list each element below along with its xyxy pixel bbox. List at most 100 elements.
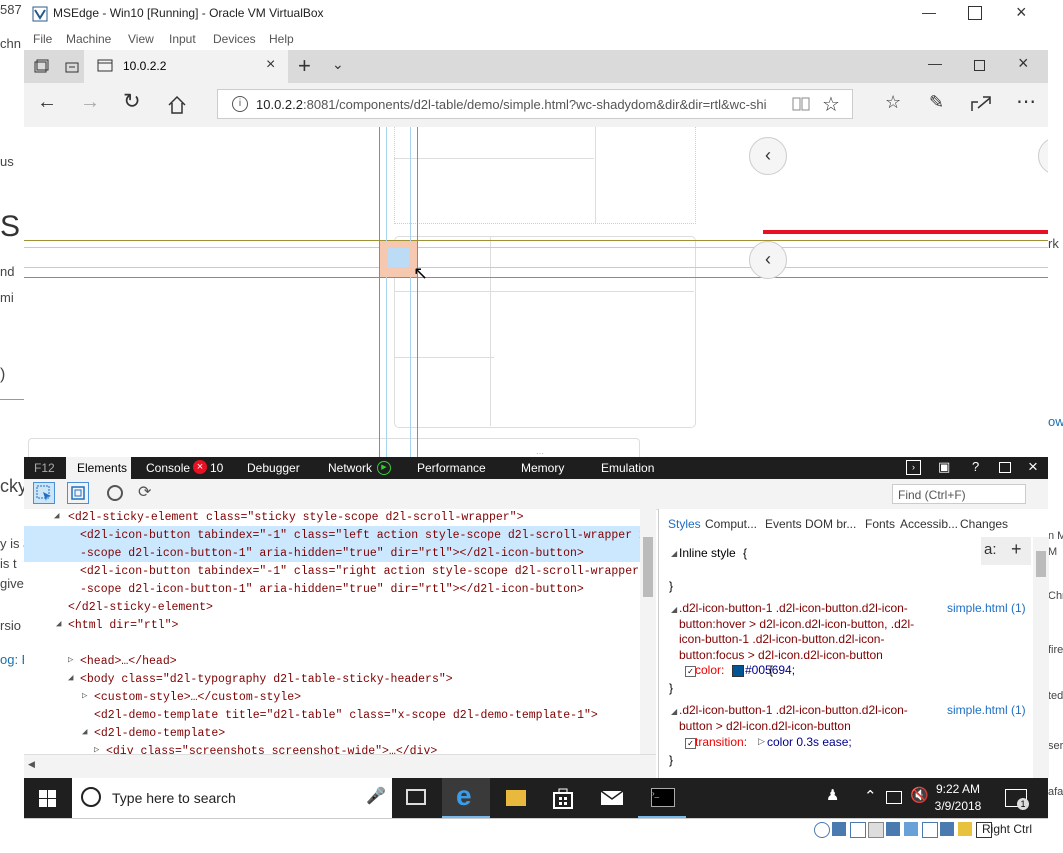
tabs-aside-icon[interactable] — [64, 59, 80, 75]
dom-node[interactable]: <d2l-icon-button tabindex="-1" class="ri… — [80, 565, 653, 578]
network-status-icon[interactable] — [868, 822, 884, 838]
rule1-source-link[interactable]: simple.html (1) — [947, 601, 1026, 615]
windows-start-icon[interactable] — [39, 790, 56, 807]
menu-machine[interactable]: Machine — [66, 32, 111, 46]
store-icon[interactable] — [553, 787, 573, 809]
scroll-left-button-sticky[interactable]: ‹ — [749, 241, 787, 279]
collapsed-triangle-icon[interactable]: ▷ — [68, 655, 73, 665]
tab-preview-chevron-icon[interactable]: ⌄ — [332, 56, 344, 73]
clock-date[interactable]: 3/9/2018 — [928, 799, 988, 813]
expand-triangle-icon[interactable]: ◢ — [68, 673, 73, 683]
tab-active[interactable]: 10.0.2.2 × — [84, 50, 288, 83]
task-view-icon[interactable] — [406, 789, 426, 805]
tab-events[interactable]: Events — [765, 517, 802, 531]
more-actions-icon[interactable]: ⋯ — [1016, 89, 1036, 114]
dom-vertical-scrollbar[interactable] — [640, 509, 656, 754]
dom-node-cont[interactable]: -scope d2l-icon-button-1" aria-hidden="t… — [80, 583, 584, 596]
tab-styles[interactable]: Styles — [668, 517, 701, 531]
usb-status-icon[interactable] — [886, 822, 900, 836]
dom-node[interactable]: <custom-style>…</custom-style> — [94, 691, 301, 704]
add-rule-icon[interactable]: + — [1011, 539, 1022, 560]
help-icon[interactable]: ? — [972, 459, 979, 474]
command-prompt-taskbar-icon[interactable]: ›_ — [638, 778, 686, 818]
mail-icon[interactable] — [600, 790, 624, 806]
recording-status-icon[interactable] — [940, 822, 954, 836]
microphone-icon[interactable]: 🎤 — [366, 786, 386, 806]
display-status-icon[interactable] — [922, 822, 938, 838]
optical-drive-status-icon[interactable] — [832, 822, 846, 836]
audio-status-icon[interactable] — [850, 822, 866, 838]
back-icon[interactable]: ← — [37, 91, 57, 114]
undock-icon[interactable] — [999, 462, 1011, 473]
expand-transition-icon[interactable]: ▷ — [758, 736, 765, 747]
select-element-icon[interactable] — [33, 482, 55, 504]
collapsed-triangle-icon[interactable]: ▷ — [82, 691, 87, 701]
tab-debugger[interactable]: Debugger — [247, 461, 300, 475]
scroll-left-button[interactable]: ‹ — [749, 137, 787, 175]
expand-triangle-icon[interactable]: ◢ — [54, 511, 59, 521]
expand-triangle-icon[interactable]: ◢ — [56, 619, 61, 629]
menu-input[interactable]: Input — [169, 32, 196, 46]
expand-triangle-icon[interactable]: ◢ — [671, 549, 677, 558]
tab-emulation[interactable]: Emulation — [601, 461, 654, 475]
maximize-button[interactable] — [968, 6, 982, 20]
hard-disk-status-icon[interactable] — [814, 822, 830, 838]
dom-node[interactable]: <d2l-demo-template title="d2l-table" cla… — [94, 709, 598, 722]
forward-icon[interactable]: → — [80, 91, 100, 114]
new-tab-icon[interactable]: + — [298, 53, 311, 79]
rule2-prop[interactable]: transition: — [695, 735, 747, 749]
pin-devtools-icon[interactable]: ▣ — [938, 459, 950, 475]
clock-time[interactable]: 9:22 AM — [928, 782, 988, 796]
tab-performance[interactable]: Performance — [417, 461, 486, 475]
edge-taskbar-icon[interactable]: e — [442, 778, 490, 818]
dom-node[interactable]: <d2l-sticky-element class="sticky style-… — [68, 511, 523, 524]
toggle-pseudo-states-icon[interactable]: a: — [984, 541, 997, 558]
file-explorer-icon[interactable] — [506, 790, 526, 806]
refresh-icon[interactable]: ↻ — [123, 89, 141, 114]
tab-memory[interactable]: Memory — [521, 461, 564, 475]
resize-grip-icon[interactable]: ··· — [536, 449, 544, 457]
expand-triangle-icon[interactable]: ◢ — [82, 727, 87, 737]
dom-node[interactable]: <head>…</head> — [80, 655, 177, 668]
menu-devices[interactable]: Devices — [213, 32, 256, 46]
tab-elements[interactable]: Elements — [66, 457, 131, 479]
console-toggle-icon[interactable]: › — [906, 460, 921, 475]
rule2-source-link[interactable]: simple.html (1) — [947, 703, 1026, 717]
site-info-icon[interactable]: i — [232, 96, 248, 112]
shared-folders-status-icon[interactable] — [904, 822, 918, 836]
tab-network[interactable]: Network — [328, 461, 372, 475]
dom-node-selected-cont[interactable]: -scope d2l-icon-button-1" aria-hidden="t… — [80, 547, 584, 560]
menu-file[interactable]: File — [33, 32, 52, 46]
tab-accessibility[interactable]: Accessib... — [900, 517, 958, 531]
rule1-selector[interactable]: .d2l-icon-button-1 .d2l-icon-button.d2l-… — [679, 601, 934, 663]
edge-minimize-button[interactable]: — — [928, 55, 942, 71]
dom-node[interactable]: <div class="screenshots screenshot-wide"… — [106, 745, 437, 754]
color-picker-icon[interactable] — [107, 485, 123, 501]
tab-dom-breakpoints[interactable]: DOM br... — [805, 517, 856, 531]
taskbar-search-box[interactable]: Type here to search 🎤 — [72, 778, 392, 818]
network-icon[interactable] — [886, 791, 902, 804]
set-aside-tabs-icon[interactable] — [33, 59, 49, 75]
color-swatch-icon[interactable] — [732, 665, 744, 677]
favorites-hub-icon[interactable]: ☆ — [885, 92, 901, 113]
expand-triangle-icon[interactable]: ◢ — [671, 605, 677, 614]
tab-console[interactable]: Console — [146, 461, 190, 475]
dom-horizontal-scrollbar[interactable]: ◀ — [24, 754, 656, 779]
menu-view[interactable]: View — [128, 32, 154, 46]
pen-notes-icon[interactable]: ✎ — [929, 92, 944, 113]
close-tab-icon[interactable]: × — [266, 56, 275, 74]
rule2-selector[interactable]: .d2l-icon-button-1 .d2l-icon-button.d2l-… — [679, 703, 934, 734]
edge-restore-button[interactable] — [974, 60, 985, 71]
tab-computed[interactable]: Comput... — [705, 517, 757, 531]
dom-node[interactable]: <d2l-demo-template> — [94, 727, 225, 740]
scroll-left-arrow-icon[interactable]: ◀ — [28, 759, 35, 770]
address-bar[interactable]: i 10.0.2.2:8081/components/d2l-table/dem… — [217, 89, 853, 119]
reading-view-icon[interactable] — [792, 96, 810, 112]
volume-muted-icon[interactable]: 🔇 — [910, 786, 929, 804]
edge-close-button[interactable]: × — [1018, 53, 1029, 74]
rule1-prop[interactable]: color: — [695, 663, 724, 677]
tab-fonts[interactable]: Fonts — [865, 517, 895, 531]
favorite-star-icon[interactable]: ☆ — [822, 92, 840, 117]
dom-node-selected[interactable]: <d2l-icon-button tabindex="-1" class="le… — [80, 529, 646, 542]
home-icon[interactable] — [167, 95, 187, 115]
